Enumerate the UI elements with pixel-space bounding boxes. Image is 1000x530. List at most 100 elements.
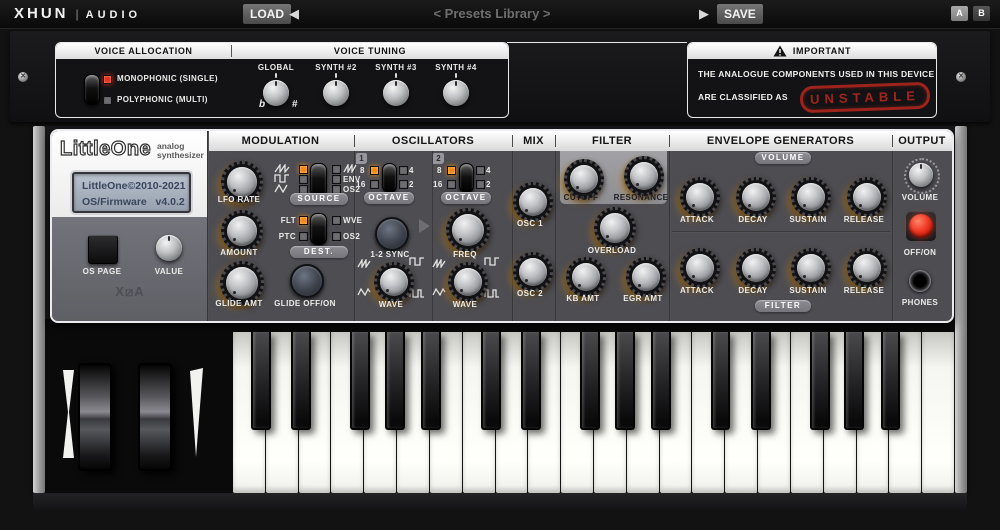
voice-mode-switch[interactable] <box>84 74 100 105</box>
flt-sustain-knob[interactable] <box>791 248 831 288</box>
section-title-mix: MIX <box>512 131 555 151</box>
vol-decay-knob[interactable] <box>736 177 776 217</box>
important-line1: THE ANALOGUE COMPONENTS USED IN THIS DEV… <box>698 69 934 79</box>
mod-dest-switch[interactable] <box>310 213 327 245</box>
power-button[interactable] <box>909 214 933 238</box>
dest-flt-label: FLT <box>276 216 296 225</box>
mix-osc1-knob[interactable] <box>513 182 553 222</box>
slot-b-button[interactable]: B <box>973 6 990 21</box>
header-divider <box>354 135 355 147</box>
lcd-display: LittleOne©2010-2021OS/Firmware v4.0.2 <box>72 172 191 213</box>
black-key[interactable] <box>615 332 635 430</box>
voice-allocation-title: VOICE ALLOCATION <box>56 43 231 59</box>
source-badge: SOURCE <box>290 193 348 205</box>
flt-release-knob[interactable] <box>847 248 887 288</box>
knob-tick <box>455 73 457 78</box>
mix-osc2-knob[interactable] <box>513 252 553 292</box>
glide-onoff-button[interactable] <box>290 264 324 298</box>
mod-wheel-indicator-icon <box>190 368 203 458</box>
title-bar: XHUN | AUDIO LOAD ◀ < Presets Library > … <box>0 0 1000 29</box>
save-button[interactable]: SAVE <box>717 4 763 24</box>
black-key[interactable] <box>385 332 405 430</box>
octave-2-label: 2 <box>409 180 414 189</box>
brand-panel: LittleOne analog synthesizer LittleOne©2… <box>52 131 207 217</box>
black-key[interactable] <box>844 332 864 430</box>
vendor-separator: | <box>76 7 79 21</box>
resonance-knob[interactable] <box>624 156 664 196</box>
value-knob[interactable] <box>156 235 182 261</box>
egr-amt-knob[interactable] <box>626 257 666 297</box>
flt-decay-knob[interactable] <box>736 248 776 288</box>
lfo-source-switch[interactable] <box>310 163 327 197</box>
important-header: IMPORTANT <box>688 43 936 59</box>
black-key[interactable] <box>251 332 271 430</box>
output-volume-knob[interactable] <box>909 163 933 187</box>
black-key[interactable] <box>350 332 370 430</box>
osc2-freq-knob[interactable] <box>446 208 490 252</box>
black-key[interactable] <box>881 332 901 430</box>
resonance-label: RESONANCE <box>606 193 676 202</box>
osc2-octave-switch[interactable] <box>459 163 474 193</box>
pitch-wheel[interactable] <box>78 363 112 471</box>
product-tagline2: synthesizer <box>157 151 204 160</box>
source-saw2-led <box>332 165 341 174</box>
next-preset-icon[interactable]: ▶ <box>699 5 709 23</box>
octave-4-led <box>476 166 485 175</box>
monophonic-label: MONOPHONIC (SINGLE) <box>117 74 218 83</box>
black-key[interactable] <box>521 332 541 430</box>
kb-amt-knob[interactable] <box>566 257 606 297</box>
black-key[interactable] <box>421 332 441 430</box>
synth3-tune-knob[interactable] <box>383 80 409 106</box>
header-divider <box>512 135 513 147</box>
synth2-tune-knob[interactable] <box>323 80 349 106</box>
square-wave-icon <box>484 257 500 266</box>
octave-16-led <box>370 180 379 189</box>
left-side-rail <box>33 126 45 493</box>
overload-knob[interactable] <box>594 207 636 249</box>
osc1-wave-knob[interactable] <box>374 262 414 302</box>
header-divider <box>555 135 556 147</box>
glide-onoff-label: GLIDE OFF/ON <box>270 299 340 308</box>
mod-amount-knob[interactable] <box>221 210 263 252</box>
phones-label: PHONES <box>885 298 954 307</box>
black-key[interactable] <box>291 332 311 430</box>
section-divider <box>892 151 894 321</box>
black-key[interactable] <box>651 332 671 430</box>
control-panel: LittleOne analog synthesizer LittleOne©2… <box>50 129 954 323</box>
voice-module: ✕ ✕ VOICE ALLOCATION VOICE TUNING MONOPH… <box>10 31 990 122</box>
vol-release-knob[interactable] <box>847 177 887 217</box>
black-key[interactable] <box>580 332 600 430</box>
dest-ptc-led <box>299 232 308 241</box>
dest-os2-label: OS2 <box>343 232 360 241</box>
octave-16-label: 16 <box>356 180 366 189</box>
vol-attack-knob[interactable] <box>680 177 720 217</box>
os-page-button[interactable] <box>88 235 118 264</box>
black-key[interactable] <box>751 332 771 430</box>
synth4-tune-knob[interactable] <box>443 80 469 106</box>
osc1-octave-switch[interactable] <box>382 163 397 193</box>
black-key[interactable] <box>481 332 501 430</box>
lcd-line1: LittleOne©2010-2021 <box>82 180 185 192</box>
important-title: IMPORTANT <box>793 43 851 59</box>
preset-selector[interactable]: < Presets Library > <box>362 6 622 21</box>
phones-jack[interactable] <box>909 270 931 292</box>
sync-button[interactable] <box>375 217 409 251</box>
black-key[interactable] <box>810 332 830 430</box>
octave-16-label: 16 <box>433 180 443 189</box>
white-key[interactable] <box>922 332 955 493</box>
flt-attack-knob[interactable] <box>680 248 720 288</box>
black-key[interactable] <box>711 332 731 430</box>
slot-a-button[interactable]: A <box>951 6 968 21</box>
section-title-oscillators: OSCILLATORS <box>354 131 512 151</box>
triangle-wave-icon <box>274 184 290 193</box>
overload-label: OVERLOAD <box>577 246 647 255</box>
osc2-wave-knob[interactable] <box>448 262 488 302</box>
osc2-tag: 2 <box>433 153 444 164</box>
prev-preset-icon[interactable]: ◀ <box>289 5 299 23</box>
mod-wheel[interactable] <box>138 363 172 471</box>
load-button[interactable]: LOAD <box>243 4 291 24</box>
global-tune-knob[interactable] <box>263 80 289 106</box>
saw-wave-icon <box>357 259 371 268</box>
vol-sustain-knob[interactable] <box>791 177 831 217</box>
osc2-octave-badge: OCTAVE <box>441 192 491 204</box>
